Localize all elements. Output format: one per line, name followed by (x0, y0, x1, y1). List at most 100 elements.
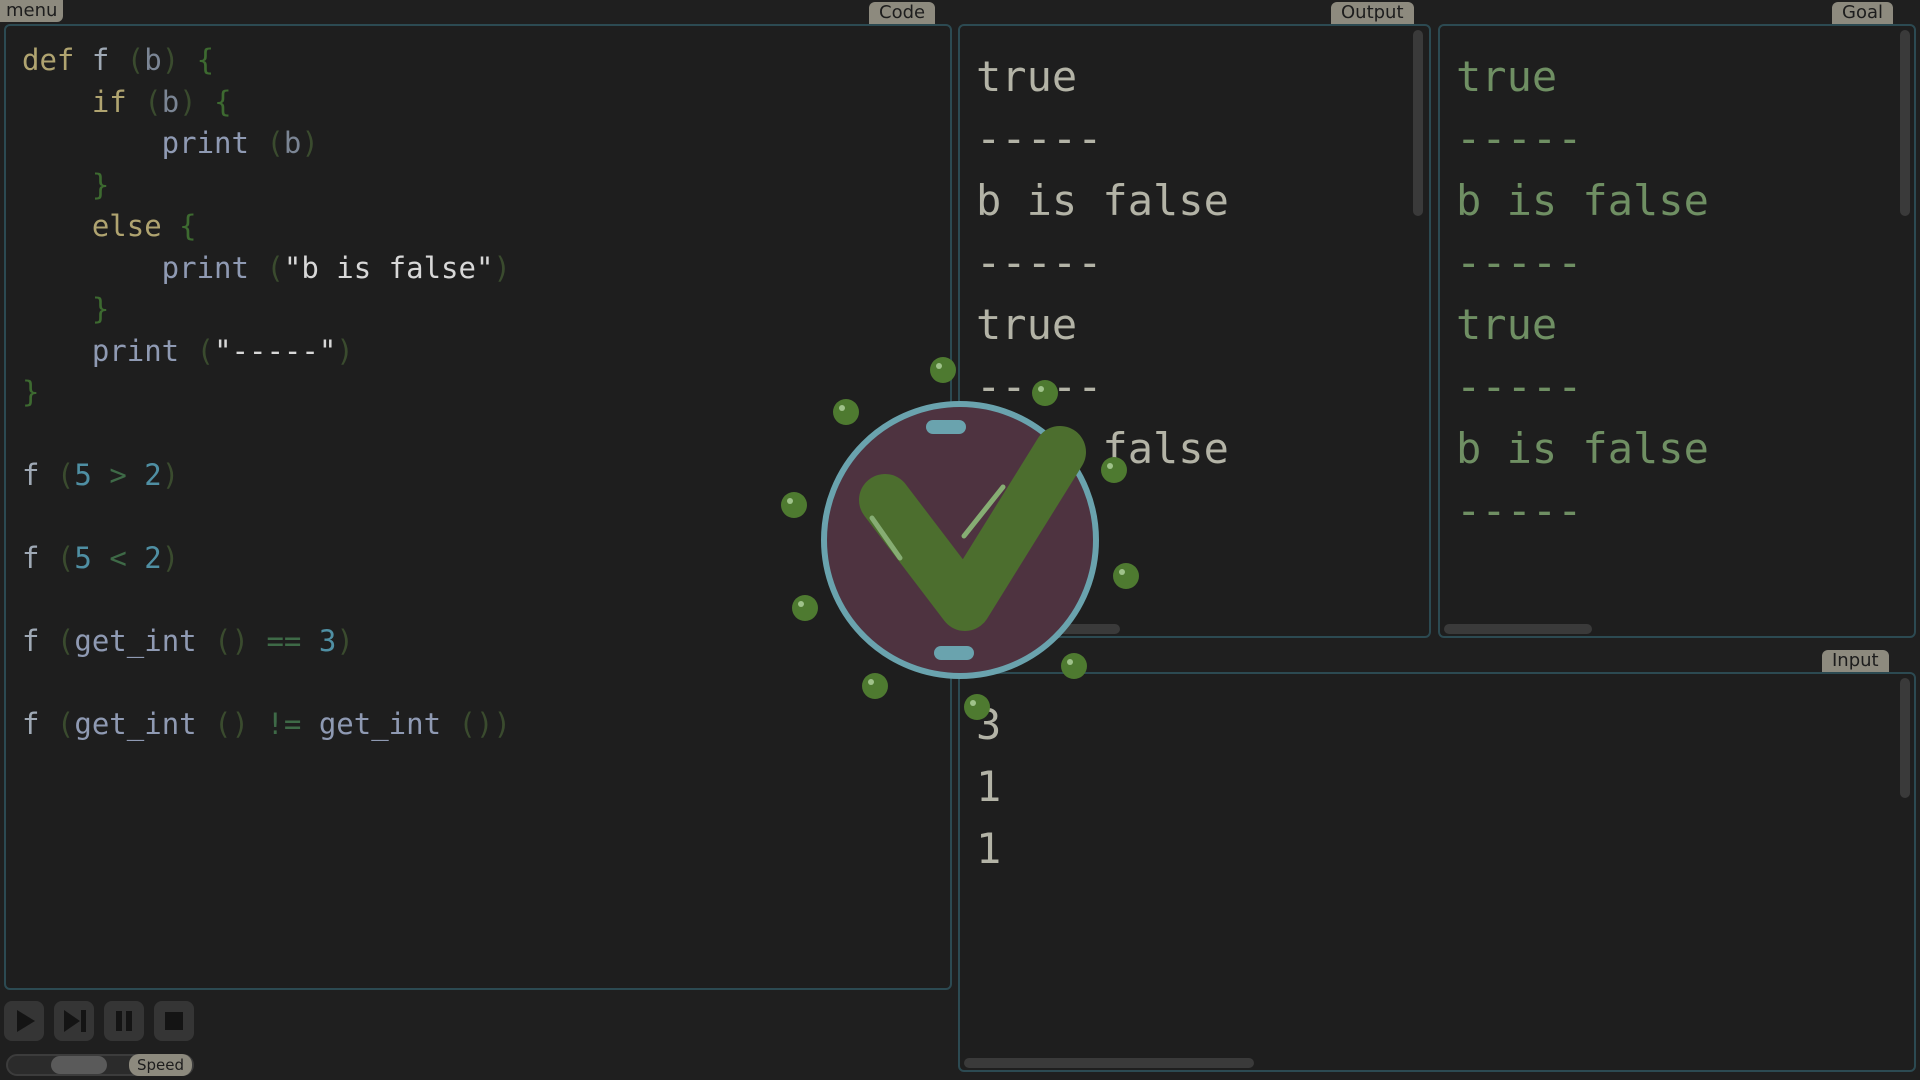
code-token: get_int (74, 707, 215, 741)
code-line: print (b) (22, 123, 511, 165)
output-line: ----- (976, 362, 1103, 411)
code-line: f (get_int () == 3) (22, 621, 511, 663)
code-token: 5 (74, 541, 92, 575)
speed-slider-thumb[interactable] (51, 1056, 107, 1074)
code-token: b (283, 126, 302, 160)
code-token: b (161, 84, 180, 119)
goal-panel: true ----- b is false ----- true ----- b is fa… (1438, 24, 1916, 638)
code-line: def f (b) { (22, 40, 511, 82)
code-line: f (5 < 2) (22, 538, 511, 580)
code-editor[interactable]: def f (b) { if (b) { print (b) } else { … (4, 24, 952, 990)
code-token: 2 (144, 458, 162, 492)
goal-horizontal-scrollbar[interactable] (1444, 624, 1592, 634)
code-token: "-----" (214, 333, 337, 368)
input-panel[interactable]: 3 1 1 (958, 672, 1916, 1072)
menu-button[interactable]: menu (0, 0, 64, 22)
goal-line: true (1456, 300, 1558, 349)
stop-icon (165, 1012, 183, 1030)
input-line: 1 (976, 824, 1002, 873)
code-token: print (22, 333, 197, 368)
code-line: else { (22, 206, 511, 248)
play-button[interactable] (4, 1001, 44, 1041)
code-token: ( (144, 84, 162, 119)
code-token: ) (161, 541, 180, 575)
pause-button[interactable] (104, 1001, 144, 1041)
code-token: ( (56, 541, 75, 575)
code-token: != (249, 707, 319, 741)
code-token: ) (493, 250, 511, 285)
code-token: print (22, 126, 267, 160)
goal-vertical-scrollbar[interactable] (1900, 30, 1910, 216)
code-line: } (22, 289, 511, 331)
pause-icon (116, 1011, 132, 1031)
goal-line: ----- (1456, 362, 1583, 411)
code-token: ) (179, 84, 197, 119)
input-line: 1 (976, 762, 1002, 811)
output-line: b is false (976, 176, 1229, 225)
goal-line: ----- (1456, 114, 1583, 163)
input-line: 3 (976, 700, 1002, 749)
code-token: () (214, 707, 249, 741)
code-lines: def f (b) { if (b) { print (b) } else { … (22, 40, 511, 746)
stop-button[interactable] (154, 1001, 194, 1041)
output-line: true (976, 52, 1078, 101)
output-lines: true ----- b is false ----- true ----- b is fa… (976, 46, 1229, 542)
code-token: ( (56, 624, 75, 658)
input-vertical-scrollbar[interactable] (1900, 678, 1910, 798)
code-token: 2 (144, 541, 162, 575)
goal-line: b is false (1456, 176, 1709, 225)
tab-input: Input (1822, 650, 1889, 672)
code-line: if (b) { (22, 82, 511, 124)
code-token: { (196, 84, 232, 119)
code-token: f (22, 707, 57, 741)
output-line: b is false (976, 424, 1229, 473)
app-root: menu Code def f (b) { if (b) { print (b)… (0, 0, 1920, 1080)
code-token: { (179, 43, 215, 77)
output-horizontal-scrollbar[interactable] (976, 624, 1120, 634)
code-token: print (22, 250, 267, 285)
code-token: f (22, 541, 57, 575)
output-panel: true ----- b is false ----- true ----- b is fa… (958, 24, 1431, 638)
code-token: ( (266, 250, 284, 285)
goal-lines: true ----- b is false ----- true ----- b is fa… (1456, 46, 1709, 542)
tab-code: Code (869, 2, 936, 24)
input-horizontal-scrollbar[interactable] (964, 1058, 1254, 1068)
goal-line: b is false (1456, 424, 1709, 473)
code-token: ( (266, 126, 284, 160)
code-token: < (91, 541, 145, 575)
speed-slider[interactable]: Speed (6, 1054, 194, 1076)
play-icon (17, 1010, 35, 1032)
code-token: } (22, 167, 110, 202)
output-line: ----- (976, 114, 1103, 163)
code-token: ( (196, 333, 215, 368)
speed-label: Speed (128, 1054, 192, 1076)
code-token: == (249, 624, 319, 658)
code-token: def (22, 43, 75, 77)
code-token: get_int (318, 707, 459, 741)
code-token: get_int (74, 624, 215, 658)
code-token: ) (336, 333, 354, 368)
code-token: ) (301, 126, 319, 160)
code-token: ) (161, 43, 180, 77)
code-line: print ("-----") (22, 331, 511, 373)
code-token: () (214, 624, 249, 658)
code-token: if (22, 84, 145, 119)
code-token: f (74, 43, 127, 77)
step-button[interactable] (54, 1001, 94, 1041)
code-token: 5 (74, 458, 92, 492)
output-vertical-scrollbar[interactable] (1413, 30, 1423, 216)
code-token: } (22, 292, 110, 326)
tab-goal: Goal (1832, 2, 1893, 24)
code-token: } (22, 375, 40, 409)
step-icon (64, 1010, 86, 1032)
input-lines: 3 1 1 (976, 694, 1001, 880)
code-token: else (22, 209, 180, 243)
code-line: f (5 > 2) (22, 455, 511, 497)
goal-line: true (1456, 52, 1558, 101)
output-line: ----- (976, 238, 1103, 287)
code-token: f (22, 624, 57, 658)
code-token: ( (126, 43, 145, 77)
code-line: } (22, 165, 511, 207)
